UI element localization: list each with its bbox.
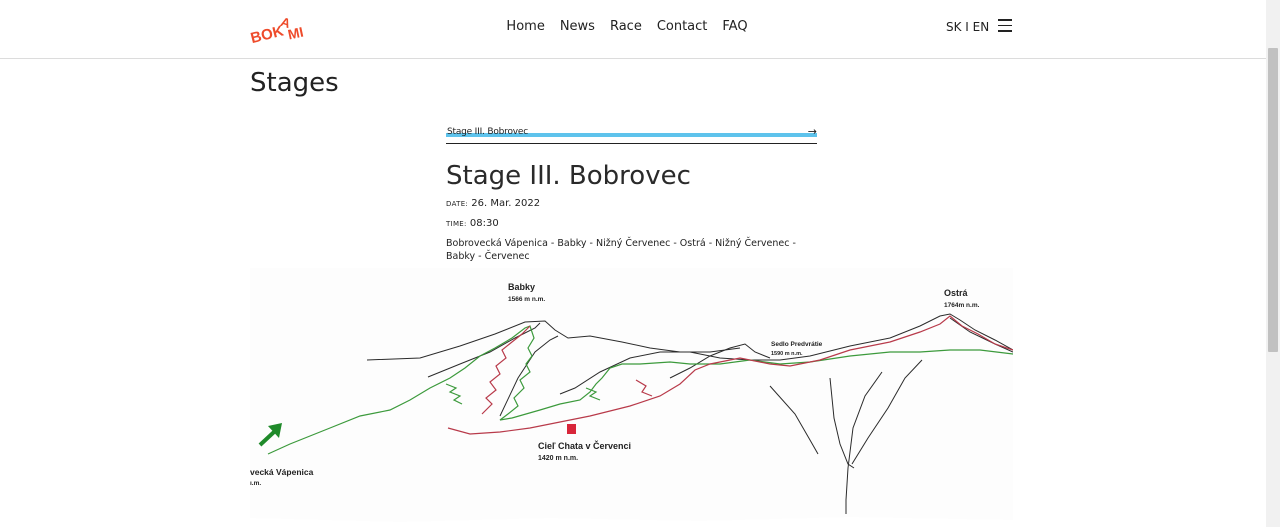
green-route-line [267, 325, 1013, 455]
label-start-alt: ı.m. [250, 480, 261, 487]
page-scrollbar[interactable] [1266, 0, 1280, 527]
time-value: 08:30 [469, 218, 499, 229]
label-start: vecká Vápenica [250, 467, 314, 477]
stage-selector-link[interactable]: Stage III. Bobrovec → [446, 125, 817, 144]
nav-news[interactable]: News [560, 18, 595, 36]
stage-time: TIME: 08:30 [446, 217, 499, 231]
date-label: DATE: [446, 200, 469, 208]
route-map: Babky 1566 m n.m. Ostrá 1764m n.m. Sedlo… [250, 268, 1013, 527]
label-sedlo-alt: 1590 m n.m. [771, 351, 803, 357]
label-ostra-alt: 1764m n.m. [944, 302, 980, 309]
label-sedlo: Sedlo Predvrátie [771, 341, 823, 348]
svg-text:MI: MI [286, 24, 305, 43]
nav-race[interactable]: Race [609, 18, 642, 36]
arrow-right-icon: → [807, 125, 817, 138]
start-arrow-icon [258, 423, 282, 447]
finish-marker-icon [567, 424, 576, 434]
scrollbar-thumb[interactable] [1268, 48, 1278, 352]
label-ostra: Ostrá [944, 288, 969, 298]
hamburger-icon[interactable] [998, 19, 1012, 32]
site-header: BOK A MI Home News Race Contact FAQ SK I… [0, 0, 1266, 59]
date-value: 26. Mar. 2022 [471, 198, 541, 209]
label-ciel-alt: 1420 m n.m. [538, 455, 578, 462]
nav-faq[interactable]: FAQ [722, 18, 747, 36]
language-switcher[interactable]: SK I EN [946, 19, 989, 35]
stage-route: Bobrovecká Vápenica - Babky - Nižný Červ… [446, 238, 796, 262]
time-label: TIME: [446, 220, 467, 228]
nav-home[interactable]: Home [506, 18, 544, 36]
label-babky-alt: 1566 m n.m. [508, 296, 545, 303]
label-babky: Babky [508, 282, 535, 292]
stage-title: Stage III. Bobrovec [446, 161, 691, 191]
label-ciel: Cieľ Chata v Červenci [538, 440, 631, 451]
stage-date: DATE: 26. Mar. 2022 [446, 197, 540, 211]
main-nav: Home News Race Contact FAQ [0, 18, 1266, 36]
mountain-ridges [366, 313, 1013, 514]
stage-link-label: Stage III. Bobrovec [447, 127, 528, 137]
nav-contact[interactable]: Contact [657, 18, 708, 36]
brand-logo[interactable]: BOK A MI [250, 14, 306, 46]
page-title: Stages [250, 68, 339, 98]
